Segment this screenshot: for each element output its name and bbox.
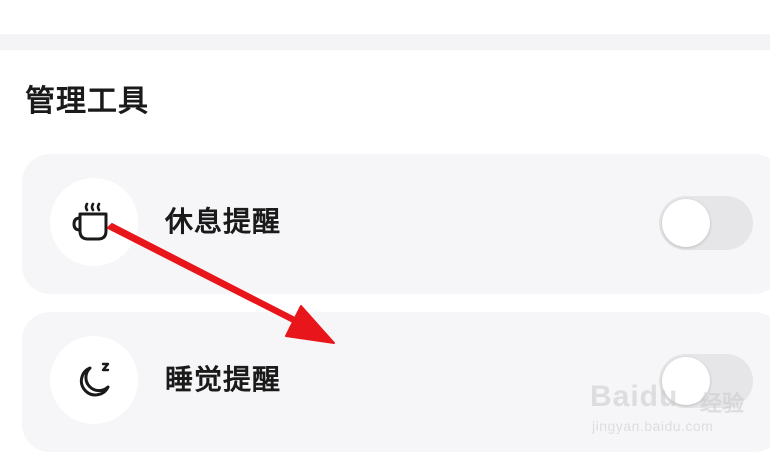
coffee-cup-icon (72, 202, 108, 241)
watermark-brand: Baidu (590, 380, 679, 413)
watermark-jingyan: 经验 (700, 392, 745, 417)
section-divider (0, 34, 770, 50)
rest-reminder-toggle[interactable] (659, 196, 753, 250)
watermark-url: jingyan.baidu.com (592, 418, 714, 434)
baidu-jingyan-watermark: Baidu 经验 jingyan.baidu.com (590, 374, 765, 444)
section-title: 管理工具 (25, 84, 149, 119)
sleep-icon-badge (50, 336, 138, 424)
toggle-knob (662, 199, 710, 247)
rest-reminder-label: 休息提醒 (165, 205, 282, 238)
top-blank-area (0, 0, 770, 34)
moon-sleep-icon (79, 362, 110, 397)
rest-reminder-row[interactable]: 休息提醒 (22, 154, 770, 294)
sleep-reminder-label: 睡觉提醒 (165, 363, 282, 396)
rest-icon-badge (50, 178, 138, 266)
